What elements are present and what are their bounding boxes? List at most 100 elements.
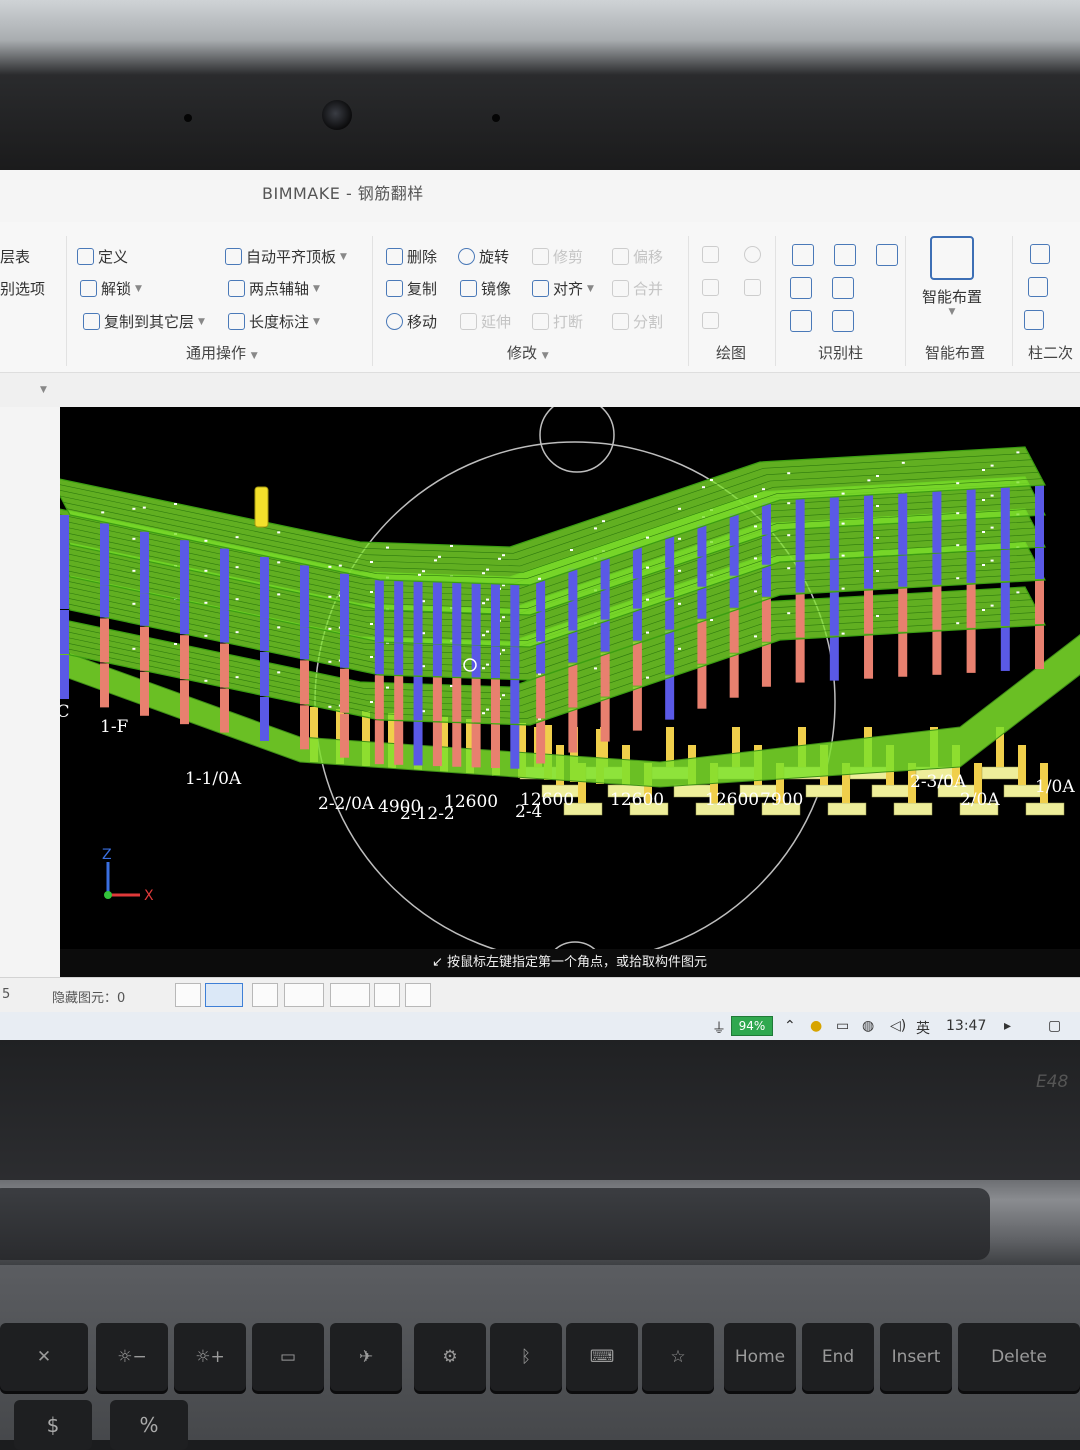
column	[568, 568, 578, 601]
column	[413, 676, 423, 721]
show-hidden-icons-icon[interactable]: ⌃	[784, 1018, 796, 1034]
arc-draw-icon[interactable]	[702, 312, 719, 329]
auto-align-top-slab-button[interactable]: 自动平齐顶板 ▼	[225, 246, 347, 267]
volume-icon[interactable]: ◁)	[890, 1018, 906, 1034]
copy-button[interactable]: 复制	[386, 278, 437, 299]
identify-table-icon[interactable]	[834, 244, 856, 266]
hidden-elements-label: 隐藏图元：	[52, 991, 118, 1006]
rect-draw-icon[interactable]	[744, 279, 761, 296]
cross-select-toggle[interactable]	[252, 983, 278, 1007]
ribbon-item-recognition-options[interactable]: 别选项	[0, 278, 45, 299]
column-adjust-icon[interactable]	[1024, 310, 1044, 330]
define-button[interactable]: 定义	[77, 246, 128, 267]
rebar-marker	[841, 632, 845, 635]
key-mute[interactable]: ✕	[0, 1323, 88, 1391]
rotate-button[interactable]: 旋转	[458, 246, 509, 267]
key-home[interactable]: Home	[724, 1323, 796, 1391]
show-desktop-icon[interactable]: ▸	[1004, 1018, 1011, 1034]
trim-button[interactable]: 修剪	[532, 246, 583, 267]
column	[600, 697, 610, 742]
extend-button[interactable]: 延伸	[460, 311, 511, 332]
angle-snap-dropdown[interactable]	[284, 983, 324, 1007]
break-button[interactable]: 打断	[532, 311, 583, 332]
rebar-marker	[482, 602, 485, 605]
ortho-toggle[interactable]	[175, 983, 201, 1007]
mirror-button[interactable]: 镜像	[460, 278, 511, 299]
column	[1035, 580, 1044, 624]
rebar-marker	[370, 701, 373, 703]
display-icon[interactable]: ▭	[836, 1018, 849, 1034]
merge-button[interactable]: 合并	[612, 278, 663, 299]
column	[374, 580, 384, 613]
rebar-marker	[990, 494, 994, 497]
select-column-icon[interactable]	[790, 277, 812, 299]
column	[1000, 626, 1010, 671]
unlock-button[interactable]: 解锁 ▼	[80, 278, 142, 299]
group-label-general-ops[interactable]: 通用操作 ▼	[186, 342, 258, 363]
key-brightness-up[interactable]: ☼+	[174, 1323, 246, 1391]
dynamic-input-toggle[interactable]	[405, 983, 431, 1007]
column-edit-icon[interactable]	[1030, 244, 1050, 264]
tray-app-icon[interactable]: ●	[810, 1018, 822, 1034]
object-snap-toggle[interactable]	[374, 983, 400, 1007]
key-end[interactable]: End	[802, 1323, 874, 1391]
point-draw-icon[interactable]	[702, 246, 719, 263]
column	[394, 610, 404, 643]
key-keyboard[interactable]: ⌨	[566, 1323, 638, 1391]
key-insert[interactable]: Insert	[880, 1323, 952, 1391]
notification-icon[interactable]: ▢	[1048, 1018, 1061, 1034]
column-funnel-icon[interactable]	[790, 310, 812, 332]
smart-layout-button[interactable]: 智能布置 ▼	[917, 236, 987, 317]
ribbon-item-layer-table[interactable]: 层表	[0, 246, 30, 267]
column	[300, 627, 309, 660]
key-percent[interactable]: %	[110, 1400, 188, 1450]
column	[452, 612, 462, 645]
grid-icon[interactable]	[1028, 277, 1048, 297]
key-brightness-down[interactable]: ☼−	[96, 1323, 168, 1391]
two-point-axis-button[interactable]: 两点辅轴 ▼	[228, 278, 320, 299]
column	[220, 643, 229, 688]
key-display[interactable]: ▭	[252, 1323, 324, 1391]
group-label-modify[interactable]: 修改 ▼	[507, 342, 549, 363]
rebar-marker	[142, 506, 146, 509]
dimension-label: 12600	[610, 790, 664, 810]
delete-button[interactable]: 删除	[386, 246, 437, 267]
point-snap-dropdown[interactable]	[330, 983, 370, 1007]
column-frame-icon[interactable]	[832, 310, 854, 332]
sensor-dot	[492, 114, 500, 122]
filter-icon[interactable]	[876, 244, 898, 266]
offset-button[interactable]: 偏移	[612, 246, 663, 267]
column-filter-icon[interactable]	[832, 277, 854, 299]
key-wireless[interactable]: ✈	[330, 1323, 402, 1391]
ime-indicator[interactable]: 英	[916, 1018, 930, 1038]
copy-to-other-layer-button[interactable]: 复制到其它层 ▼	[83, 311, 205, 332]
clock[interactable]: 13:47	[946, 1018, 986, 1034]
chevron-down-icon[interactable]: ▼	[40, 385, 47, 395]
rebar-marker	[434, 559, 437, 562]
column	[413, 721, 423, 766]
rebar-marker	[418, 573, 421, 576]
network-icon[interactable]: ◍	[862, 1018, 874, 1034]
key-settings[interactable]: ⚙	[414, 1323, 486, 1391]
key-delete[interactable]: Delete	[958, 1323, 1080, 1391]
battery-indicator[interactable]: 94%	[731, 1016, 773, 1036]
align-button[interactable]: 对齐 ▼	[532, 278, 594, 299]
split-button[interactable]: 分割	[612, 311, 663, 332]
ribbon-separator	[1012, 236, 1013, 366]
rebar-marker	[204, 539, 208, 542]
copy-to-other-layer-label: 复制到其它层	[104, 313, 195, 331]
line-draw-icon[interactable]	[702, 279, 719, 296]
column	[697, 524, 707, 557]
move-button[interactable]: 移动	[386, 311, 437, 332]
3d-viewport[interactable]: 1-C1-1/0A1-F2-12-22-2/0A2-42/0A1/0A2-3/0…	[60, 407, 1080, 977]
length-dimension-button[interactable]: 长度标注 ▼	[228, 311, 320, 332]
dimension-label: 12600	[444, 792, 498, 812]
select-mode-dropdown[interactable]	[205, 983, 243, 1007]
ribbon-separator	[688, 236, 689, 366]
circle-draw-icon[interactable]	[744, 246, 761, 263]
identify-column-icon[interactable]	[792, 244, 814, 266]
key-dollar[interactable]: $	[14, 1400, 92, 1450]
key-bluetooth[interactable]: ᛒ	[490, 1323, 562, 1391]
key-favorite[interactable]: ☆	[642, 1323, 714, 1391]
column	[471, 678, 481, 723]
